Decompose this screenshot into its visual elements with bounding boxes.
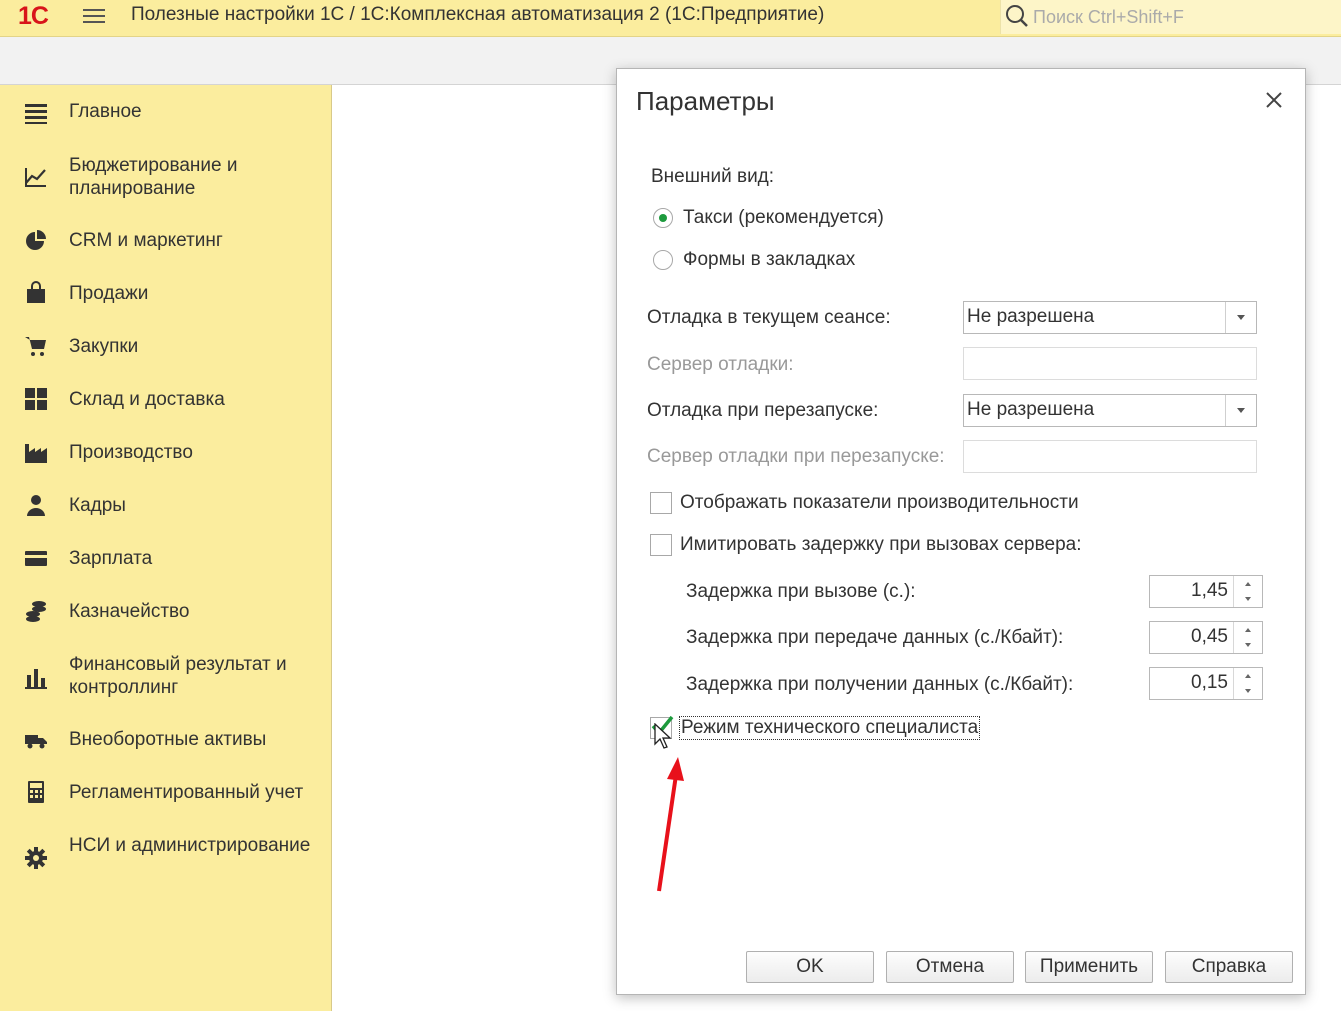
delay-receive-value: 0,15 [1191, 672, 1228, 693]
calculator-icon [28, 781, 44, 803]
sidebar-item-label: Производство [69, 442, 193, 463]
sidebar-item-label: Продажи [69, 283, 149, 304]
sidebar-item-label: Внеоборотные активы [69, 729, 267, 750]
sidebar-item-hr[interactable]: Кадры [0, 493, 331, 519]
sidebar-item-label: Казначейство [69, 601, 190, 622]
apply-button[interactable]: Применить [1025, 951, 1153, 983]
dialog-title: Параметры [636, 86, 775, 116]
appearance-label: Внешний вид: [651, 166, 775, 187]
gear-icon [25, 847, 47, 869]
sidebar-item-admin[interactable]: НСИ и администрирование [0, 833, 331, 883]
search-input[interactable] [1031, 3, 1335, 31]
sidebar-item-production[interactable]: Производство [0, 440, 331, 466]
sidebar-item-label: Склад и доставка [69, 389, 225, 410]
sidebar-item-financial-result[interactable]: Финансовый результат и контроллинг [0, 652, 331, 702]
radio-taxi[interactable] [653, 208, 673, 228]
magnifier-icon [1006, 5, 1028, 27]
delay-send-label: Задержка при передаче данных (с./Кбайт): [686, 627, 1064, 648]
sidebar-item-sales[interactable]: Продажи [0, 281, 331, 307]
shopping-bag-icon [27, 281, 45, 303]
person-icon [27, 495, 45, 516]
sidebar-item-regulated-accounting[interactable]: Регламентированный учет [0, 780, 331, 806]
wallet-card-icon [25, 551, 47, 566]
radio-tabs[interactable] [653, 250, 673, 270]
show-performance-checkbox[interactable] [650, 492, 672, 514]
bar-chart-icon [25, 669, 47, 689]
spin-up-icon[interactable] [1234, 622, 1262, 637]
sidebar-item-purchases[interactable]: Закупки [0, 334, 331, 360]
debug-server-restart-field [963, 440, 1257, 473]
sidebar-item-label: Финансовый результат и контроллинг [69, 654, 287, 698]
spin-down-icon[interactable] [1234, 638, 1262, 653]
sidebar-item-salary[interactable]: Зарплата [0, 546, 331, 572]
chevron-down-icon[interactable] [1225, 395, 1256, 426]
spin-up-icon[interactable] [1234, 576, 1262, 591]
delay-call-value: 1,45 [1191, 580, 1228, 601]
debug-restart-label: Отладка при перезапуске: [647, 400, 879, 421]
sidebar-item-label: Регламентированный учет [69, 782, 304, 803]
sidebar-item-label: Главное [69, 101, 142, 122]
debug-session-label: Отладка в текущем сеансе: [647, 307, 891, 328]
tech-mode-label[interactable]: Режим технического специалиста [679, 716, 981, 740]
debug-server-restart-label: Сервер отладки при перезапуске: [647, 446, 945, 467]
warehouse-grid-icon [25, 388, 47, 410]
sidebar: Главное Бюджетирование и планирование CR… [0, 85, 332, 1011]
simulate-delay-label[interactable]: Имитировать задержку при вызовах сервера… [680, 534, 1082, 556]
parameters-dialog: Параметры Внешний вид: Такси (рекомендуе… [616, 68, 1306, 995]
sidebar-item-fixed-assets[interactable]: Внеоборотные активы [0, 727, 331, 753]
cancel-button[interactable]: Отмена [886, 951, 1014, 983]
sidebar-item-label: Бюджетирование и планирование [69, 155, 238, 199]
debug-restart-select[interactable]: Не разрешена [963, 394, 1257, 427]
sidebar-item-label: НСИ и администрирование [69, 835, 311, 856]
ok-button[interactable]: OK [746, 951, 874, 983]
radio-tabs-label[interactable]: Формы в закладках [683, 249, 855, 271]
debug-server-label: Сервер отладки: [647, 354, 794, 375]
delay-receive-label: Задержка при получении данных (с./Кбайт)… [686, 674, 1074, 695]
sidebar-item-warehouse[interactable]: Склад и доставка [0, 387, 331, 413]
debug-restart-value: Не разрешена [967, 399, 1095, 420]
delay-receive-spinner[interactable]: 0,15 [1149, 667, 1263, 700]
help-button[interactable]: Справка [1165, 951, 1293, 983]
truck-icon [25, 735, 47, 749]
sidebar-item-main[interactable]: Главное [0, 99, 331, 125]
factory-icon [25, 444, 47, 463]
sidebar-item-label: Закупки [69, 336, 139, 357]
mouse-cursor-icon [654, 723, 672, 749]
delay-call-label: Задержка при вызове (с.): [686, 581, 916, 602]
spin-down-icon[interactable] [1234, 684, 1262, 699]
debug-server-field [963, 347, 1257, 380]
simulate-delay-checkbox[interactable] [650, 534, 672, 556]
annotation-arrow [657, 757, 684, 892]
delay-call-spinner[interactable]: 1,45 [1149, 575, 1263, 608]
spin-down-icon[interactable] [1234, 592, 1262, 607]
debug-session-value: Не разрешена [967, 306, 1095, 327]
logo-1c: 1С [18, 2, 49, 30]
title-bar: 1С Полезные настройки 1С / 1С:Комплексна… [0, 0, 1341, 37]
sidebar-item-label: CRM и маркетинг [69, 230, 223, 251]
cart-icon [25, 337, 46, 356]
hamburger-icon[interactable] [82, 5, 106, 27]
sidebar-item-label: Зарплата [69, 548, 153, 569]
search-box[interactable] [1000, 0, 1341, 34]
chevron-down-icon[interactable] [1225, 302, 1256, 333]
radio-taxi-label[interactable]: Такси (рекомендуется) [683, 207, 884, 229]
debug-session-select[interactable]: Не разрешена [963, 301, 1257, 334]
close-icon[interactable] [1263, 89, 1285, 111]
app-title: Полезные настройки 1С / 1С:Комплексная а… [131, 4, 825, 25]
pie-chart-icon [26, 230, 46, 250]
sidebar-item-crm[interactable]: CRM и маркетинг [0, 228, 331, 254]
coins-icon [26, 601, 46, 622]
list-icon [25, 104, 47, 124]
sidebar-item-treasury[interactable]: Казначейство [0, 599, 331, 625]
sidebar-item-budgeting[interactable]: Бюджетирование и планирование [0, 152, 331, 202]
delay-send-value: 0,45 [1191, 626, 1228, 647]
show-performance-label[interactable]: Отображать показатели производительности [680, 492, 1079, 514]
budget-chart-icon [25, 168, 46, 187]
spin-up-icon[interactable] [1234, 668, 1262, 683]
delay-send-spinner[interactable]: 0,45 [1149, 621, 1263, 654]
sidebar-item-label: Кадры [69, 495, 126, 516]
